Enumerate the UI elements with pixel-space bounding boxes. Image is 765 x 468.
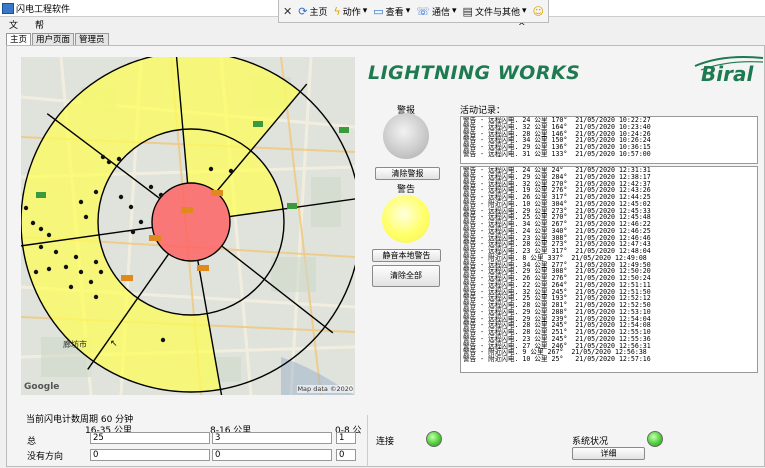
strike-dot: [38, 244, 44, 250]
clear-all-button[interactable]: 清除全部: [372, 265, 440, 287]
strike-dot: [100, 154, 106, 160]
log-entry: 警告 - 远程闪电. 31 公里 133° 21/05/2020 10:57:0…: [463, 149, 651, 158]
strike-dot: [158, 192, 164, 198]
strike-dot: [130, 229, 136, 235]
total-near-field: 1: [336, 432, 356, 444]
row-nodir-label: 没有方向: [27, 452, 64, 462]
row-total-label: 总: [27, 437, 37, 447]
home-button[interactable]: ⟳ 主页: [298, 5, 327, 18]
files-menu[interactable]: ▤ 文件与其他 ▾: [463, 5, 527, 18]
smiley-icon: ☺: [532, 4, 544, 18]
alarm-lamp: [383, 113, 429, 159]
connection-status-led: [426, 431, 442, 447]
strike-dot: [93, 259, 99, 265]
strike-dot: [78, 269, 84, 275]
nodir-far-field: 0: [90, 449, 210, 461]
city-label: 廊坊市: [63, 340, 87, 349]
strike-dot: [148, 184, 154, 190]
strike-dot: [53, 249, 59, 255]
collapse-button[interactable]: ^: [518, 22, 526, 32]
close-icon: ✕: [283, 4, 293, 18]
comm-label: 通信: [431, 7, 450, 18]
strike-dot: [33, 269, 39, 275]
app-icon: [2, 3, 14, 14]
strike-dot: [78, 199, 84, 205]
strike-dot: [98, 269, 104, 275]
strike-dot: [63, 264, 69, 270]
strike-dot: [73, 254, 79, 260]
close-session-button[interactable]: ✕: [283, 5, 292, 18]
biral-logo: Biral: [693, 52, 765, 88]
actions-label: 动作: [342, 7, 361, 18]
strike-dot: [228, 168, 234, 174]
strike-dot: [30, 220, 36, 226]
strike-dot: [138, 219, 144, 225]
warning-label: 警告: [397, 185, 416, 195]
details-button[interactable]: 详细: [572, 447, 645, 460]
monitor-icon: ▭: [373, 4, 384, 18]
chevron-down-icon: ▾: [405, 6, 411, 16]
cursor-icon: ↖: [110, 339, 118, 349]
strike-dot: [93, 189, 99, 195]
strike-dot: [116, 156, 122, 162]
strike-dot: [46, 266, 52, 272]
comm-menu[interactable]: ☏ 通信 ▾: [416, 5, 456, 18]
warning-lamp: [382, 195, 430, 243]
strike-dot: [68, 284, 74, 290]
home-label: 主页: [309, 7, 328, 18]
lightning-map[interactable]: Google 廊坊市 Map data ©2020 ↖: [21, 57, 355, 395]
view-label: 查看: [385, 7, 404, 18]
smiley-button[interactable]: ☺: [532, 5, 543, 18]
map-attribution: Map data ©2020: [297, 385, 353, 393]
total-mid-field: 3: [212, 432, 332, 444]
activity-list-1[interactable]: 警告 - 远程闪电. 24 公里 170° 21/05/2020 10:22:2…: [460, 116, 758, 164]
refresh-icon: ⟳: [298, 4, 308, 18]
file-icon: ▤: [462, 4, 473, 18]
view-menu[interactable]: ▭ 查看 ▾: [373, 5, 410, 18]
system-status-led: [647, 431, 663, 447]
remote-toolbar: ✕ ⟳ 主页 ϟ 动作 ▾ ▭ 查看 ▾ ☏ 通信 ▾ ▤ 文件与其他 ▾ ☺: [278, 0, 549, 23]
lightning-works-logo: LIGHTNING WORKS: [368, 62, 581, 84]
nodir-mid-field: 0: [212, 449, 332, 461]
lightning-icon: ϟ: [333, 4, 341, 18]
biral-text: Biral: [701, 62, 754, 86]
window-title: 闪电工程软件: [16, 5, 71, 15]
chevron-down-icon: ▾: [452, 6, 457, 16]
chevron-down-icon: ▾: [362, 6, 368, 16]
strike-dot: [128, 204, 134, 210]
phone-icon: ☏: [416, 4, 430, 18]
strike-dot: [23, 205, 29, 211]
strike-dot: [83, 214, 89, 220]
actions-menu[interactable]: ϟ 动作 ▾: [333, 5, 367, 18]
log-entry: 警告 - 附近闪电. 10 公里 25° 21/05/2020 12:57:16: [463, 355, 651, 363]
strike-dot: [160, 337, 166, 343]
status-divider: [367, 415, 368, 467]
activity-log-title: 活动记录：: [460, 106, 506, 116]
connection-label: 连接: [376, 437, 395, 447]
strike-dot: [88, 279, 94, 285]
activity-list-2[interactable]: 警告 - 远程闪电. 24 公里 24° 21/05/2020 12:31:31…: [460, 166, 758, 373]
strike-dot: [208, 166, 214, 172]
strike-dot: [118, 194, 124, 200]
strike-dot: [38, 226, 44, 232]
total-far-field: 25: [90, 432, 210, 444]
nodir-near-field: 0: [336, 449, 356, 461]
clear-alarm-button[interactable]: 清除警报: [375, 167, 440, 180]
mute-local-warning-button[interactable]: 静音本地警告: [372, 249, 441, 262]
system-status-label: 系统状况: [572, 437, 609, 447]
strike-dot: [46, 232, 52, 238]
chevron-down-icon: ▾: [521, 6, 527, 16]
google-logo: Google: [24, 382, 60, 392]
files-label: 文件与其他: [474, 7, 520, 18]
strike-dot: [106, 159, 112, 165]
strike-dot: [93, 294, 99, 300]
